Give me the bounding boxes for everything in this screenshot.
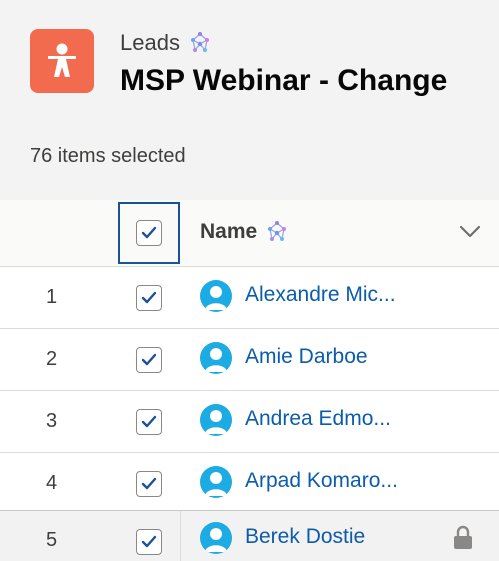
table-row[interactable]: 2 Amie Darboe: [0, 329, 499, 391]
row-checkbox[interactable]: [136, 529, 162, 555]
page-title: MSP Webinar - Change: [120, 64, 448, 97]
checkmark-icon: [141, 535, 157, 548]
row-number: 5: [46, 529, 58, 551]
table-row[interactable]: 1 Alexandre Mic...: [0, 267, 499, 329]
contact-avatar-icon: [200, 280, 232, 312]
table-row[interactable]: 4 Arpad Komaro...: [0, 453, 499, 515]
contact-avatar-icon: [200, 466, 232, 498]
table-row[interactable]: 3 Andrea Edmo...: [0, 391, 499, 453]
cell-divider: [180, 511, 181, 561]
object-label-text: Leads: [120, 30, 180, 55]
network-sparkle-icon: [268, 221, 287, 241]
lead-name-link[interactable]: Berek Dostie: [245, 525, 365, 549]
lead-name-link[interactable]: Amie Darboe: [245, 345, 368, 369]
table-row[interactable]: 5 Berek Dostie: [0, 510, 499, 561]
checkmark-icon: [141, 353, 157, 366]
contact-avatar-icon: [200, 522, 232, 554]
lead-name-link[interactable]: Andrea Edmo...: [245, 407, 391, 431]
row-checkbox[interactable]: [136, 409, 162, 435]
selected-count: 76 items selected: [30, 145, 186, 167]
row-number: 1: [46, 286, 58, 308]
network-sparkle-icon: [190, 32, 209, 52]
select-all-checkbox[interactable]: [136, 220, 162, 246]
contact-avatar-icon: [200, 342, 232, 374]
row-number: 4: [46, 472, 58, 494]
checkmark-icon: [141, 415, 157, 428]
lead-name-link[interactable]: Alexandre Mic...: [245, 283, 396, 307]
column-header-name-label: Name: [200, 220, 258, 243]
lead-name-link[interactable]: Arpad Komaro...: [245, 469, 398, 493]
row-number: 3: [46, 410, 58, 432]
lead-object-icon: [30, 29, 94, 93]
checkmark-icon: [141, 477, 157, 490]
contact-avatar-icon: [200, 404, 232, 436]
page-header: Leads MSP Webinar - Change 76 items sele…: [0, 0, 499, 201]
row-checkbox[interactable]: [136, 471, 162, 497]
lock-icon: [454, 525, 472, 549]
row-checkbox[interactable]: [136, 285, 162, 311]
chevron-down-icon[interactable]: [458, 224, 482, 240]
checkmark-icon: [141, 226, 157, 239]
checkmark-icon: [141, 291, 157, 304]
row-number: 2: [46, 348, 58, 370]
object-label: Leads: [120, 30, 212, 56]
row-checkbox[interactable]: [136, 347, 162, 373]
column-header-name[interactable]: Name: [200, 220, 289, 244]
